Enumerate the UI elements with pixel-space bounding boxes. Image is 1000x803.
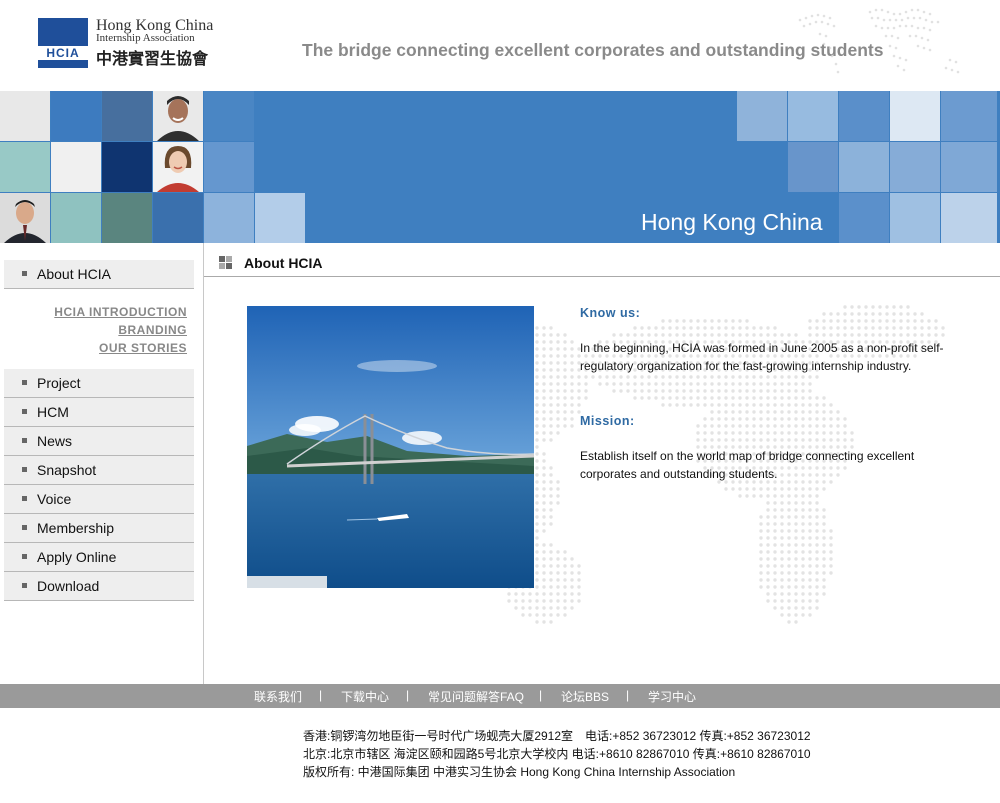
mosaic-tile	[788, 142, 838, 192]
address-hong-kong: 香港:铜锣湾勿地臣街一号时代广场蚬壳大厦2912室 电话:+852 367230…	[303, 729, 811, 743]
mosaic-tile	[204, 193, 254, 243]
footer-separator: |	[319, 688, 323, 702]
mosaic-tile	[51, 91, 101, 141]
mosaic-tile	[890, 193, 940, 243]
sidebar-item-hcm[interactable]: HCM	[4, 398, 194, 427]
sidebar-item-snapshot[interactable]: Snapshot	[4, 456, 194, 485]
person-photo	[153, 91, 203, 141]
footer-link-learning-center[interactable]: 学习中心	[648, 688, 696, 705]
mosaic-tile	[788, 91, 838, 141]
mosaic-tile	[51, 142, 101, 192]
site-header: HCIA Hong Kong China Internship Associat…	[0, 0, 1000, 91]
mosaic-tile	[153, 193, 203, 243]
sidebar-item-label: News	[37, 433, 73, 449]
copyright-notice: 版权所有: 中港国际集团 中港实习生协会 Hong Kong China Int…	[303, 765, 736, 779]
mosaic-tile	[941, 193, 997, 243]
sidebar-item-news[interactable]: News	[4, 427, 194, 456]
footer-link-download-center[interactable]: 下载中心	[341, 688, 389, 705]
sidebar-item-apply-online[interactable]: Apply Online	[4, 543, 194, 572]
hero-banner: Hong Kong China	[0, 91, 1000, 243]
mosaic-tile	[839, 193, 889, 243]
logo-mark-text: HCIA	[38, 46, 88, 60]
person-photo	[153, 142, 203, 192]
address-beijing: 北京:北京市辖区 海淀区颐和园路5号北京大学校内 电话:+8610 828670…	[303, 747, 811, 761]
bullet-icon	[22, 525, 27, 530]
logo-subname-english: Internship Association	[96, 32, 195, 44]
sidebar-item-label: Apply Online	[37, 549, 117, 565]
sidebar-item-label: HCM	[37, 404, 69, 420]
mosaic-tile	[839, 142, 889, 192]
sidebar-item-label: Project	[37, 375, 81, 391]
sidebar-item-label: Voice	[37, 491, 72, 507]
footer-separator: |	[406, 688, 410, 702]
know-us-text: In the beginning, HCIA was formed in Jun…	[580, 341, 944, 373]
mosaic-tile	[51, 193, 101, 243]
sidebar-nav: About HCIA HCIA INTRODUCTION BRANDING OU…	[0, 243, 204, 684]
mosaic-tile	[204, 91, 254, 141]
bullet-icon	[22, 271, 27, 276]
page-title: About HCIA	[244, 255, 323, 271]
bullet-icon	[22, 496, 27, 501]
sidebar-item-label: Membership	[37, 520, 115, 536]
logo-name-chinese: 中港實習生協會	[96, 49, 209, 68]
logo-mark: HCIA	[38, 18, 88, 68]
mosaic-tile	[890, 142, 940, 192]
mosaic-tile	[941, 91, 997, 141]
mosaic-tile	[102, 193, 152, 243]
sidebar-item-about-hcia[interactable]: About HCIA	[4, 260, 194, 289]
sidebar-item-voice[interactable]: Voice	[4, 485, 194, 514]
mosaic-tile	[0, 142, 50, 192]
sidebar-item-label: Snapshot	[37, 462, 97, 478]
bullet-icon	[22, 380, 27, 385]
mosaic-tile	[204, 142, 254, 192]
person-photo	[0, 193, 50, 243]
sublink-branding[interactable]: BRANDING	[118, 323, 187, 337]
grid-icon	[219, 256, 232, 269]
footer-separator: |	[626, 688, 630, 702]
bullet-icon	[22, 409, 27, 414]
know-us-heading: Know us:	[580, 306, 641, 320]
bullet-icon	[22, 554, 27, 559]
banner-title: Hong Kong China	[641, 209, 823, 235]
footer-link-faq[interactable]: 常见问题解答FAQ	[428, 688, 524, 705]
mosaic-tile	[890, 91, 940, 141]
sidebar-item-label: Download	[37, 578, 100, 594]
mosaic-tile	[255, 193, 305, 243]
footer-link-bbs[interactable]: 论坛BBS	[561, 688, 609, 705]
sidebar-item-project[interactable]: Project	[4, 369, 194, 398]
mosaic-tile	[839, 91, 889, 141]
mosaic-tile	[102, 91, 152, 141]
bullet-icon	[22, 583, 27, 588]
mission-text: Establish itself on the world map of bri…	[580, 449, 915, 481]
hcia-logo[interactable]: HCIA Hong Kong China Internship Associat…	[38, 17, 221, 70]
sublink-hcia-introduction[interactable]: HCIA INTRODUCTION	[54, 305, 187, 319]
sublink-our-stories[interactable]: OUR STORIES	[99, 341, 187, 355]
mosaic-tile	[0, 91, 50, 141]
mission-heading: Mission:	[580, 414, 635, 428]
mosaic-tile	[941, 142, 997, 192]
sidebar-item-download[interactable]: Download	[4, 572, 194, 601]
section-header: About HCIA	[204, 243, 1000, 277]
footer-link-contact[interactable]: 联系我们	[254, 688, 302, 705]
mosaic-tile	[737, 91, 787, 141]
sidebar-item-label: About HCIA	[37, 266, 111, 282]
world-map-decoration	[798, 8, 960, 74]
bullet-icon	[22, 438, 27, 443]
footer-links-bar: 联系我们 | 下载中心 | 常见问题解答FAQ | 论坛BBS | 学习中心	[0, 684, 1000, 708]
main-content: About HCIA Know us: In the beginning, HC…	[204, 243, 1000, 684]
bridge-photo	[247, 306, 534, 588]
bullet-icon	[22, 467, 27, 472]
footer-separator: |	[539, 688, 543, 702]
sidebar-item-membership[interactable]: Membership	[4, 514, 194, 543]
mosaic-tile	[102, 142, 152, 192]
